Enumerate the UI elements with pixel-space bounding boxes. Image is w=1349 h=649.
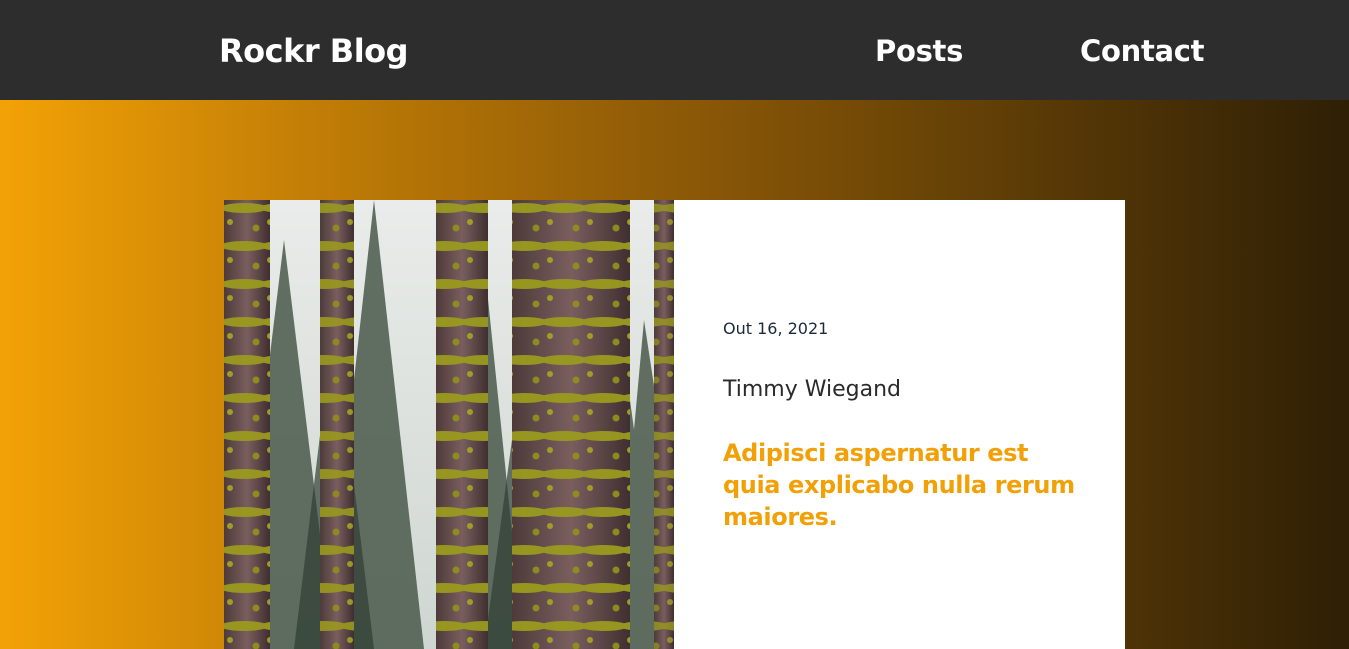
site-header: Rockr Blog Posts Contact <box>0 0 1349 100</box>
post-title[interactable]: Adipisci aspernatur est quia explicabo n… <box>723 437 1083 533</box>
post-date: Out 16, 2021 <box>723 319 829 338</box>
post-card[interactable]: Out 16, 2021 Timmy Wiegand Adipisci aspe… <box>224 200 1125 649</box>
post-author: Timmy Wiegand <box>723 377 902 402</box>
post-image[interactable] <box>224 200 674 649</box>
site-logo[interactable]: Rockr Blog <box>219 30 409 72</box>
nav-contact-link[interactable]: Contact <box>1080 30 1205 72</box>
forest-photo <box>224 200 674 649</box>
nav-posts-link[interactable]: Posts <box>875 30 963 72</box>
